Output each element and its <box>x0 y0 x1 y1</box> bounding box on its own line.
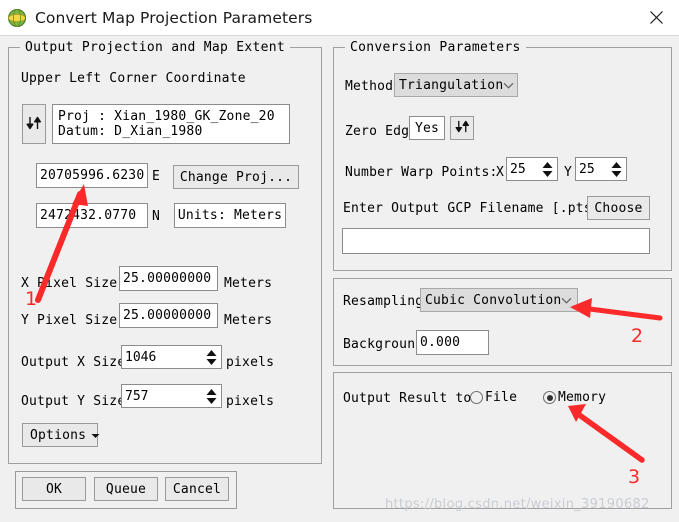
resampling-dropdown[interactable]: Cubic Convolution <box>420 288 578 312</box>
gcp-filename-label: Enter Output GCP Filename [.pts] <box>343 201 600 216</box>
title-bar: Convert Map Projection Parameters <box>0 0 679 36</box>
watermark: https://blog.csdn.net/weixin_39190682 <box>385 497 650 512</box>
spinner-arrows-icon[interactable] <box>205 388 218 405</box>
spinner-arrows-icon[interactable] <box>541 161 554 178</box>
projection-info-box: Proj : Xian_1980_GK_Zone_20 Datum: D_Xia… <box>52 104 290 144</box>
zero-edge-swap-button[interactable] <box>450 116 474 140</box>
down-up-arrows-icon <box>26 116 42 133</box>
zero-edge-value[interactable]: Yes <box>409 116 445 140</box>
output-result-memory-option[interactable]: Memory <box>543 390 606 405</box>
swap-coordinate-button[interactable] <box>22 104 46 144</box>
radio-memory[interactable] <box>543 391 556 404</box>
method-dropdown[interactable]: Triangulation <box>394 73 518 97</box>
units-display[interactable]: Units: Meters <box>174 203 286 228</box>
datum-line: Datum: D_Xian_1980 <box>58 124 203 139</box>
y-pixel-size-value: 25.00000000 <box>123 308 212 323</box>
northing-value: 2472432.0770 <box>40 208 137 223</box>
background-input[interactable]: 0.000 <box>416 330 489 355</box>
chevron-down-icon <box>503 78 514 93</box>
chevron-down-icon <box>561 293 572 308</box>
annotation-number-1: 1 <box>25 288 38 310</box>
down-up-arrows-icon <box>455 120 470 136</box>
output-x-size-unit: pixels <box>226 355 275 370</box>
y-pixel-size-input[interactable]: 25.00000000 <box>119 303 218 328</box>
warp-points-y-stepper[interactable]: 25 <box>575 157 627 181</box>
northing-input[interactable]: 2472432.0770 <box>36 203 148 228</box>
radio-file[interactable] <box>470 391 483 404</box>
output-y-size-unit: pixels <box>226 394 275 409</box>
background-label: Background <box>343 337 424 352</box>
choose-gcp-button[interactable]: Choose <box>587 196 650 220</box>
warp-points-x-value: 25 <box>510 161 526 177</box>
method-value: Triangulation <box>399 77 504 93</box>
ok-button[interactable]: OK <box>22 477 86 501</box>
easting-input[interactable]: 20705996.6230 <box>36 163 148 188</box>
options-label: Options <box>30 427 87 443</box>
annotation-number-2: 2 <box>631 325 644 347</box>
options-menu-button[interactable]: Options <box>22 423 100 447</box>
output-result-label: Output Result to <box>343 391 472 406</box>
zero-edge-label: Zero Edge <box>345 124 418 139</box>
resampling-value: Cubic Convolution <box>425 292 562 308</box>
background-value: 0.000 <box>420 335 461 350</box>
x-pixel-size-input[interactable]: 25.00000000 <box>119 266 218 291</box>
easting-value: 20705996.6230 <box>40 168 145 183</box>
output-y-size-value: 757 <box>125 388 149 404</box>
radio-memory-label: Memory <box>558 390 607 405</box>
conversion-parameters-legend: Conversion Parameters <box>345 40 526 55</box>
y-pixel-size-unit: Meters <box>224 313 273 328</box>
warp-points-label: Number Warp Points: <box>345 165 498 180</box>
output-x-size-stepper[interactable]: 1046 <box>121 345 222 369</box>
close-icon[interactable] <box>633 0 679 34</box>
projection-line: Proj : Xian_1980_GK_Zone_20 <box>58 109 275 124</box>
upper-left-corner-label: Upper Left Corner Coordinate <box>21 71 246 86</box>
window-title: Convert Map Projection Parameters <box>35 8 313 27</box>
warp-points-y-label: Y <box>564 165 573 180</box>
radio-file-label: File <box>485 390 518 405</box>
method-label: Method <box>345 79 394 94</box>
x-pixel-size-value: 25.00000000 <box>123 271 212 286</box>
warp-points-y-value: 25 <box>579 161 595 177</box>
easting-suffix: E <box>152 169 161 184</box>
y-pixel-size-label: Y Pixel Size <box>21 313 118 328</box>
annotation-number-3: 3 <box>628 466 641 488</box>
output-result-file-option[interactable]: File <box>470 390 517 405</box>
output-y-size-label: Output Y Size <box>21 394 126 409</box>
resampling-label: Resampling <box>343 294 424 309</box>
x-pixel-size-unit: Meters <box>224 276 273 291</box>
gcp-filename-input[interactable] <box>342 228 650 254</box>
output-x-size-label: Output X Size <box>21 355 126 370</box>
spinner-arrows-icon[interactable] <box>610 161 623 178</box>
change-proj-button[interactable]: Change Proj... <box>173 165 299 189</box>
cancel-button[interactable]: Cancel <box>165 477 229 501</box>
spinner-arrows-icon[interactable] <box>205 349 218 366</box>
northing-suffix: N <box>152 209 161 224</box>
output-projection-legend: Output Projection and Map Extent <box>20 40 291 55</box>
queue-button[interactable]: Queue <box>94 477 158 501</box>
output-y-size-stepper[interactable]: 757 <box>121 384 222 408</box>
warp-points-x-label: X <box>496 165 505 180</box>
globe-icon <box>7 8 27 28</box>
output-x-size-value: 1046 <box>125 349 157 365</box>
chevron-down-icon <box>91 428 100 443</box>
warp-points-x-stepper[interactable]: 25 <box>506 157 558 181</box>
